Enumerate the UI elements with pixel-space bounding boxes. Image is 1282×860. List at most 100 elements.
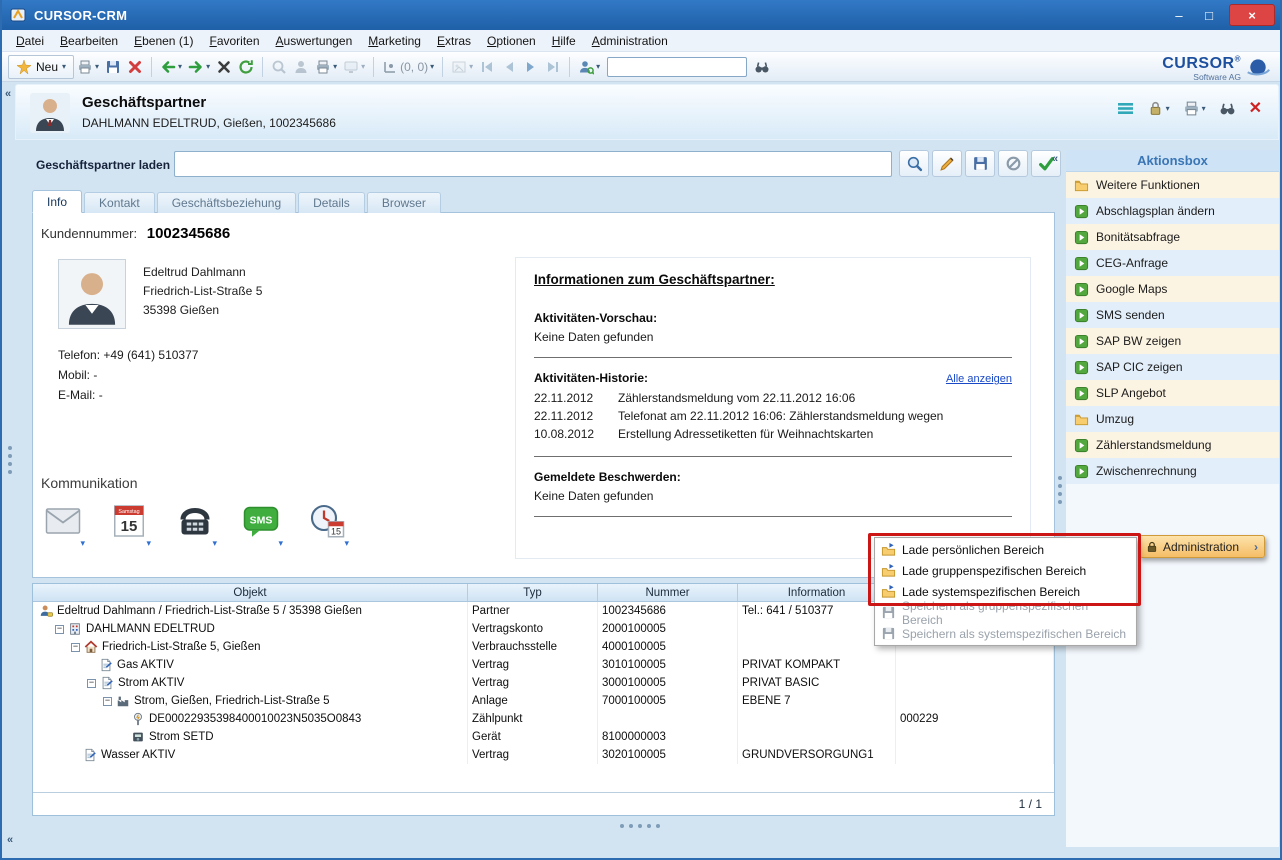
coords-button[interactable]: (0, 0)▾: [379, 55, 437, 79]
chevron-down-icon[interactable]: ▾: [333, 62, 337, 71]
chevron-down-icon[interactable]: ▾: [212, 538, 217, 549]
close-entity-button[interactable]: ✕: [1249, 101, 1262, 117]
action-umzug[interactable]: Umzug: [1066, 406, 1279, 432]
alle-anzeigen-link[interactable]: Alle anzeigen: [946, 373, 1012, 385]
chevron-down-icon[interactable]: ▾: [95, 62, 99, 71]
person-search-button[interactable]: ▾: [575, 55, 603, 79]
left-splitter-handle[interactable]: [8, 446, 12, 474]
action-google-maps[interactable]: Google Maps: [1066, 276, 1279, 302]
quick-search-input[interactable]: [607, 57, 747, 77]
collapse-toggle-icon[interactable]: [103, 697, 112, 706]
column-header[interactable]: Information: [738, 584, 896, 601]
table-row[interactable]: Wasser AKTIVVertrag3020100005GRUNDVERSOR…: [33, 746, 1054, 764]
table-row[interactable]: Gas AKTIVVertrag3010100005PRIVAT KOMPAKT: [33, 656, 1054, 674]
chevron-down-icon[interactable]: ▾: [469, 62, 473, 71]
table-row[interactable]: Strom SETDGerät8100000003: [33, 728, 1054, 746]
tab-geschäftsbeziehung[interactable]: Geschäftsbeziehung: [157, 192, 296, 213]
menu-datei[interactable]: Datei: [8, 32, 52, 50]
menu-administration[interactable]: Administration: [584, 32, 676, 50]
nav-last-button[interactable]: [542, 55, 564, 79]
chevron-down-icon[interactable]: ▾: [361, 62, 365, 71]
menu-bearbeiten[interactable]: Bearbeiten: [52, 32, 126, 50]
bottom-splitter-handle[interactable]: [620, 824, 660, 828]
minimize-button[interactable]: –: [1164, 4, 1194, 26]
menu-optionen[interactable]: Optionen: [479, 32, 544, 50]
right-splitter-handle[interactable]: [1058, 476, 1062, 504]
delete-button[interactable]: [124, 55, 146, 79]
menuitem-lade-persönlichen-bereich[interactable]: Lade persönlichen Bereich: [876, 539, 1135, 560]
header-print-button[interactable]: ▾: [1183, 100, 1206, 117]
lock-button[interactable]: ▾: [1147, 100, 1170, 117]
chevron-down-icon[interactable]: ▾: [62, 62, 66, 71]
email-button[interactable]: ▾: [41, 503, 85, 549]
chevron-down-icon[interactable]: ▾: [596, 62, 600, 71]
menu-hilfe[interactable]: Hilfe: [544, 32, 584, 50]
chevron-down-icon[interactable]: ▾: [1202, 104, 1206, 113]
tab-info[interactable]: Info: [32, 190, 82, 213]
chevron-down-icon[interactable]: ▾: [80, 538, 85, 549]
collapse-toggle-icon[interactable]: [55, 625, 64, 634]
table-row[interactable]: Strom AKTIVVertrag3000100005PRIVAT BASIC: [33, 674, 1054, 692]
chevron-down-icon[interactable]: ▾: [1166, 104, 1170, 113]
header-search-button[interactable]: [1219, 100, 1236, 117]
chevron-down-icon[interactable]: ▾: [146, 538, 151, 549]
tab-details[interactable]: Details: [298, 192, 365, 213]
action-sms-senden[interactable]: SMS senden: [1066, 302, 1279, 328]
menu-marketing[interactable]: Marketing: [360, 32, 429, 50]
calendar-button[interactable]: Samstag15 ▾: [107, 503, 151, 549]
chevron-down-icon[interactable]: ▾: [430, 62, 434, 71]
list-view-button[interactable]: [1117, 100, 1134, 117]
discard-button[interactable]: [998, 150, 1028, 177]
table-row[interactable]: DE00022935398400010023N5035O0843Zählpunk…: [33, 710, 1054, 728]
action-zwischenrechnung[interactable]: Zwischenrechnung: [1066, 458, 1279, 484]
action-bonitätsabfrage[interactable]: Bonitätsabfrage: [1066, 224, 1279, 250]
user-settings-button[interactable]: [290, 55, 312, 79]
action-sap-bw-zeigen[interactable]: SAP BW zeigen: [1066, 328, 1279, 354]
nav-next-button[interactable]: [520, 55, 542, 79]
administration-button[interactable]: Administration ›: [1139, 535, 1265, 558]
image-button[interactable]: ▾: [448, 55, 476, 79]
collapse-right-panel-icon[interactable]: «: [1052, 153, 1058, 165]
search-button[interactable]: [899, 150, 929, 177]
chevron-down-icon[interactable]: ▾: [278, 538, 283, 549]
back-button[interactable]: ▾: [157, 55, 185, 79]
save-record-button[interactable]: [965, 150, 995, 177]
nav-first-button[interactable]: [476, 55, 498, 79]
print-preview-button[interactable]: ▾: [312, 55, 340, 79]
edit-button[interactable]: [932, 150, 962, 177]
chevron-down-icon[interactable]: ▾: [344, 538, 349, 549]
cancel-button[interactable]: [213, 55, 235, 79]
menuitem-lade-gruppenspezifischen-bereich[interactable]: Lade gruppenspezifischen Bereich: [876, 560, 1135, 581]
print-button[interactable]: ▾: [74, 55, 102, 79]
nav-prev-button[interactable]: [498, 55, 520, 79]
collapse-toggle-icon[interactable]: [87, 679, 96, 688]
collapse-left-panel-icon[interactable]: «: [5, 88, 11, 100]
close-button[interactable]: ×: [1229, 4, 1275, 26]
action-abschlagsplan-ändern[interactable]: Abschlagsplan ändern: [1066, 198, 1279, 224]
maximize-button[interactable]: □: [1194, 4, 1224, 26]
collapse-bottom-left-icon[interactable]: «: [7, 834, 13, 846]
reminder-button[interactable]: 15 ▾: [305, 503, 349, 549]
find-button[interactable]: [751, 55, 773, 79]
menu-auswertungen[interactable]: Auswertungen: [268, 32, 361, 50]
action-zählerstandsmeldung[interactable]: Zählerstandsmeldung: [1066, 432, 1279, 458]
sms-button[interactable]: SMS ▾: [239, 503, 283, 549]
refresh-button[interactable]: [235, 55, 257, 79]
phone-button[interactable]: ▾: [173, 503, 217, 549]
tab-kontakt[interactable]: Kontakt: [84, 192, 155, 213]
column-header[interactable]: Nummer: [598, 584, 738, 601]
column-header[interactable]: Typ: [468, 584, 598, 601]
tab-browser[interactable]: Browser: [367, 192, 441, 213]
loader-input[interactable]: [174, 151, 892, 177]
chevron-down-icon[interactable]: ▾: [206, 62, 210, 71]
action-weitere-funktionen[interactable]: Weitere Funktionen: [1066, 172, 1279, 198]
search-settings-button[interactable]: [268, 55, 290, 79]
action-slp-angebot[interactable]: SLP Angebot: [1066, 380, 1279, 406]
collapse-toggle-icon[interactable]: [71, 643, 80, 652]
new-button[interactable]: Neu▾: [8, 55, 74, 79]
menu-ebenen-1[interactable]: Ebenen (1): [126, 32, 201, 50]
chevron-down-icon[interactable]: ▾: [178, 62, 182, 71]
monitor-button[interactable]: ▾: [340, 55, 368, 79]
column-header[interactable]: Objekt: [33, 584, 468, 601]
menu-favoriten[interactable]: Favoriten: [201, 32, 267, 50]
